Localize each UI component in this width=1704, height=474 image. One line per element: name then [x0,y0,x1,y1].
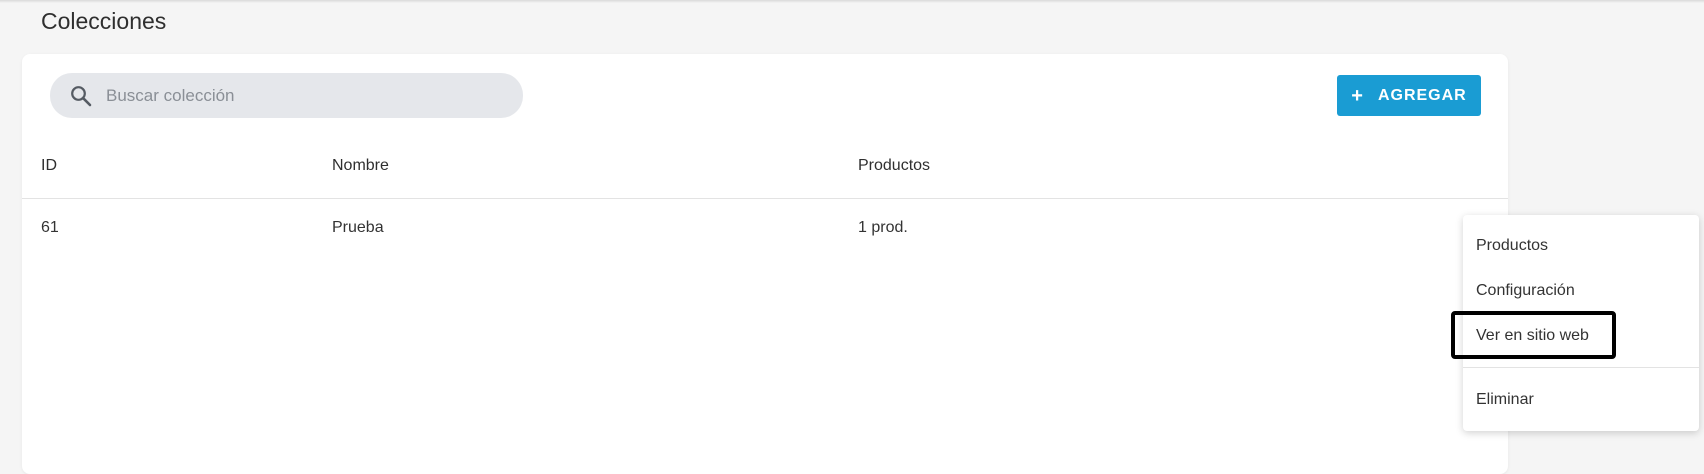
cell-productos: 1 prod. [858,219,908,236]
collections-card: + AGREGAR ID Nombre Productos 61 Prueba … [22,54,1508,474]
menu-item-productos[interactable]: Productos [1476,237,1548,255]
menu-item-configuracion[interactable]: Configuración [1476,282,1575,300]
column-header-id[interactable]: ID [41,157,57,175]
page-title: Colecciones [41,8,167,34]
plus-icon: + [1351,84,1364,107]
column-header-productos[interactable]: Productos [858,157,930,175]
search-icon [70,85,92,107]
add-button[interactable]: + AGREGAR [1337,75,1481,116]
search-bar[interactable] [50,73,523,118]
search-input[interactable] [104,84,488,107]
menu-divider [1463,367,1699,368]
top-shadow-line [0,0,1704,3]
column-header-nombre[interactable]: Nombre [332,157,389,175]
add-button-label: AGREGAR [1377,86,1467,104]
menu-item-eliminar[interactable]: Eliminar [1476,391,1534,409]
row-context-menu: Productos Configuración Ver en sitio web… [1463,215,1699,431]
header-divider [22,198,1508,199]
menu-item-ver-en-sitio-web[interactable]: Ver en sitio web [1476,327,1589,345]
cell-id: 61 [41,219,59,236]
cell-nombre[interactable]: Prueba [332,219,384,237]
